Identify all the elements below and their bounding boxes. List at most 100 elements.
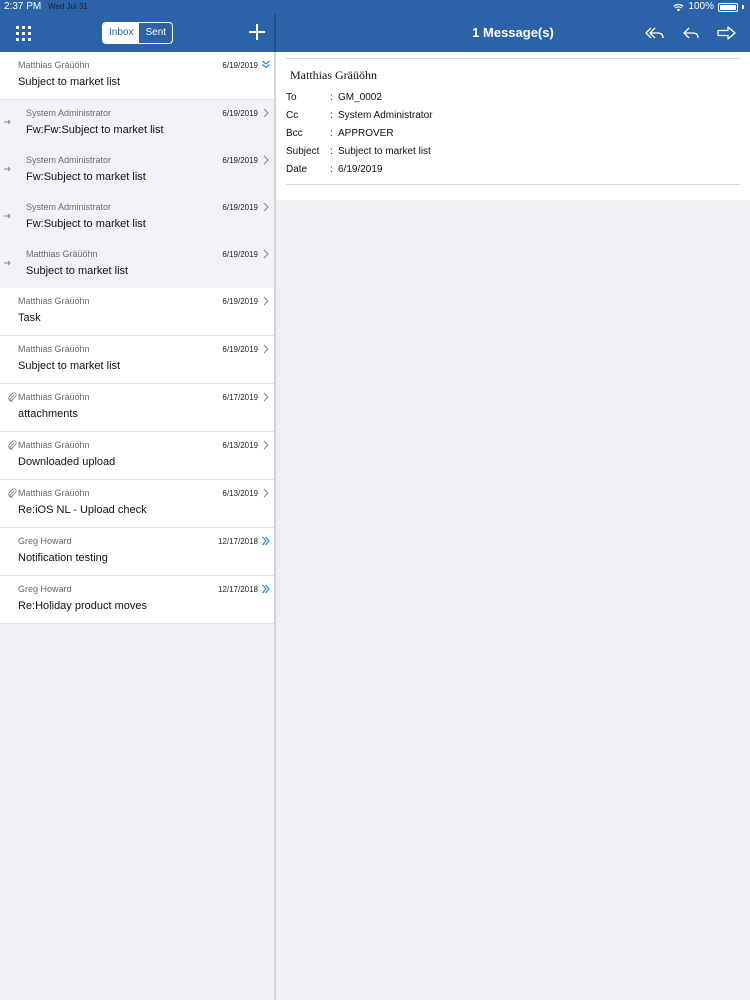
- thread-arrow-icon: [4, 213, 11, 219]
- detail-field-value: 6/19/2019: [338, 164, 383, 175]
- list-item[interactable]: Matthias Gräüöhn 6/13/2019 Re:iOS NL - Upl…: [0, 480, 274, 528]
- list-item[interactable]: Matthias Gräüöhn 6/19/2019 Subject to mark…: [0, 336, 274, 384]
- plus-icon[interactable]: [248, 23, 266, 41]
- paperclip-icon: [8, 440, 17, 450]
- detail-field-subject: Subject: Subject to market list: [286, 146, 431, 157]
- message-date: 6/13/2019: [222, 489, 258, 498]
- list-item[interactable]: Greg Howard 12/17/2018 Notification testin…: [0, 528, 274, 576]
- segment-sent[interactable]: Sent: [139, 23, 172, 43]
- chevron-right-icon: [263, 344, 269, 354]
- detail-field-date: Date:6/19/2019: [286, 164, 383, 175]
- detail-field-value: APPROVER: [338, 128, 394, 139]
- message-date: 6/19/2019: [222, 297, 258, 306]
- list-item[interactable]: Matthias Gräüöhn 6/17/2019 attachments: [0, 384, 274, 432]
- detail-field-bcc: Bcc: APPROVER: [286, 128, 394, 139]
- message-subject: Fw:Subject to market list: [26, 218, 146, 230]
- message-sender: Matthias Gräüöhn: [18, 392, 90, 402]
- list-item[interactable]: Matthias Gräüöhn 6/19/2019 Subject to mark…: [0, 241, 274, 288]
- battery-tip: [742, 5, 744, 9]
- wifi-icon: [673, 3, 685, 11]
- battery-icon: [718, 2, 738, 12]
- reply-icon[interactable]: [680, 23, 702, 43]
- thread-arrow-icon: [4, 260, 11, 266]
- detail-sender: Matthias Gräüöhn: [290, 68, 377, 82]
- detail-field-colon: :: [330, 146, 333, 157]
- message-date: 6/19/2019: [222, 109, 258, 118]
- forward-icon[interactable]: [716, 23, 738, 43]
- grid-icon[interactable]: [16, 26, 32, 42]
- detail-field-label: To: [286, 92, 297, 103]
- message-date: 6/17/2019: [222, 393, 258, 402]
- message-sender: Matthias Gräüöhn: [18, 344, 90, 354]
- chevron-right-icon: [263, 392, 269, 402]
- double-chevron-icon: [262, 584, 270, 594]
- message-subject: Subject to market list: [18, 76, 121, 88]
- message-subject: Task: [18, 312, 41, 324]
- detail-field-label: Subject: [286, 146, 320, 157]
- status-bar: 2:37 PM Wed Jul 31 100%: [0, 0, 750, 14]
- status-right: 100%: [673, 0, 744, 14]
- detail-field-colon: :: [330, 92, 333, 103]
- message-date: 6/19/2019: [222, 345, 258, 354]
- list-toolbar: Inbox Sent: [0, 14, 274, 52]
- detail-field-value: System Administrator: [338, 110, 433, 121]
- chevron-right-icon: [263, 488, 269, 498]
- expand-double-chevron-icon: [262, 60, 270, 69]
- detail-field-cc: Cc: System Administrator: [286, 110, 432, 121]
- double-chevron-icon: [262, 536, 270, 546]
- thread-arrow-icon: [4, 119, 11, 125]
- message-detail: Matthias Gräüöhn To: GM_0002 Cc: System Adm…: [276, 52, 750, 200]
- list-item[interactable]: Greg Howard 12/17/2018 Re:Holiday product …: [0, 576, 274, 624]
- mailbox-segmented-control: Inbox Sent: [102, 22, 174, 44]
- paperclip-icon: [8, 488, 17, 498]
- message-sender: Matthias Gräüöhn: [18, 440, 90, 450]
- detail-field-label: Cc: [286, 110, 299, 121]
- message-sender: System Administrator: [26, 202, 112, 212]
- chevron-right-icon: [263, 108, 269, 118]
- message-sender: Greg Howard: [18, 584, 72, 594]
- detail-field-label: Bcc: [286, 128, 303, 139]
- status-time: 2:37 PM: [4, 1, 42, 12]
- message-sender: System Administrator: [26, 155, 112, 165]
- message-sender: System Administrator: [26, 108, 112, 118]
- message-subject: Downloaded upload: [18, 456, 116, 468]
- list-item[interactable]: System Administrator 6/19/2019 Fw:Subject …: [0, 194, 274, 241]
- detail-field-to: To: GM_0002: [286, 92, 382, 103]
- detail-field-colon: :: [330, 110, 333, 121]
- message-sender: Matthias Gräüöhn: [26, 249, 98, 259]
- message-subject: Fw:Fw:Subject to market list: [26, 124, 164, 136]
- detail-field-colon: :: [330, 164, 333, 175]
- message-subject: Fw:Subject to market list: [26, 171, 146, 183]
- detail-top-rule: [286, 58, 740, 59]
- thread-arrow-icon: [4, 166, 11, 172]
- message-date: 6/19/2019: [222, 203, 258, 212]
- message-date: 6/13/2019: [222, 441, 258, 450]
- detail-field-value: GM_0002: [338, 92, 382, 103]
- list-item[interactable]: System Administrator 6/19/2019 Fw:Fw:Subje…: [0, 100, 274, 147]
- message-sender: Greg Howard: [18, 536, 72, 546]
- list-item[interactable]: Matthias Gräüöhn 6/19/2019 Subject to mark…: [0, 52, 274, 100]
- chevron-right-icon: [263, 296, 269, 306]
- chevron-right-icon: [263, 249, 269, 259]
- message-date: 6/19/2019: [222, 156, 258, 165]
- list-item[interactable]: Matthias Gräüöhn 6/13/2019 Downloaded uplo…: [0, 432, 274, 480]
- message-date: 6/19/2019: [222, 61, 258, 70]
- message-sender: Matthias Gräüöhn: [18, 488, 90, 498]
- message-sender: Matthias Gräüöhn: [18, 296, 90, 306]
- detail-field-colon: :: [330, 128, 333, 139]
- reply-all-icon[interactable]: [644, 23, 666, 43]
- list-item[interactable]: System Administrator 6/19/2019 Fw:Subject …: [0, 147, 274, 194]
- message-subject: attachments: [18, 408, 78, 420]
- chevron-right-icon: [263, 440, 269, 450]
- message-date: 12/17/2018: [217, 585, 258, 594]
- message-list: Matthias Gräüöhn 6/19/2019 Subject to mark…: [0, 52, 274, 624]
- detail-field-label: Date: [286, 164, 308, 175]
- message-subject: Re:iOS NL - Upload check: [18, 504, 147, 516]
- message-subject: Notification testing: [18, 552, 108, 564]
- paperclip-icon: [8, 392, 17, 402]
- battery-percent: 100%: [688, 1, 714, 12]
- detail-field-value: Subject to market list: [338, 146, 431, 157]
- segment-inbox[interactable]: Inbox: [103, 23, 140, 43]
- list-item[interactable]: Matthias Gräüöhn 6/19/2019 Task: [0, 288, 274, 336]
- message-count-title: 1 Message(s): [472, 25, 554, 40]
